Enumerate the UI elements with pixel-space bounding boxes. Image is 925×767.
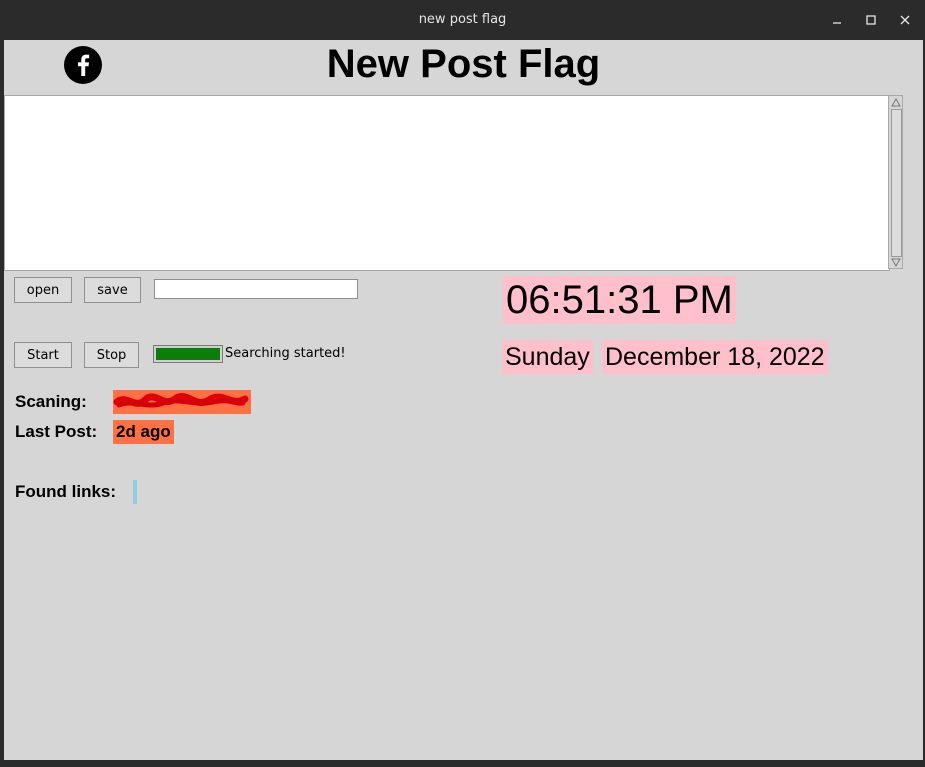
clock-weekday: Sunday (502, 340, 593, 374)
last-post-label: Last Post: (15, 422, 98, 441)
start-button[interactable]: Start (14, 342, 72, 368)
clock-time: 06:51:31 PM (503, 276, 736, 324)
scroll-up-icon[interactable] (890, 96, 902, 108)
title-bar[interactable]: new post flag (0, 0, 925, 40)
close-icon[interactable] (895, 10, 915, 30)
scanning-label: Scaning: (15, 392, 87, 411)
last-post-value: 2d ago (113, 420, 174, 444)
app-content: New Post Flag open save Start Stop Searc… (4, 40, 923, 760)
text-area-scrollbar[interactable] (888, 95, 903, 269)
search-progress-bar (153, 345, 223, 363)
stop-button[interactable]: Stop (84, 342, 139, 368)
clock-date: December 18, 2022 (602, 340, 828, 374)
scroll-down-icon[interactable] (890, 256, 902, 268)
links-text-area[interactable] (4, 95, 890, 271)
found-links-label: Found links: (15, 482, 117, 501)
progress-fill (156, 348, 220, 360)
file-path-input[interactable] (154, 279, 358, 299)
maximize-icon[interactable] (861, 10, 881, 30)
page-title: New Post Flag (326, 42, 601, 86)
open-button[interactable]: open (14, 277, 72, 303)
scroll-trough[interactable] (891, 109, 902, 257)
minimize-icon[interactable] (827, 10, 847, 30)
window-title: new post flag (418, 12, 507, 27)
scanning-value-redacted (113, 390, 251, 414)
status-message: Searching started! (225, 346, 346, 361)
found-links-value (133, 480, 137, 504)
app-window: new post flag New Post Flag open save St… (0, 0, 925, 767)
save-button[interactable]: save (84, 277, 141, 303)
